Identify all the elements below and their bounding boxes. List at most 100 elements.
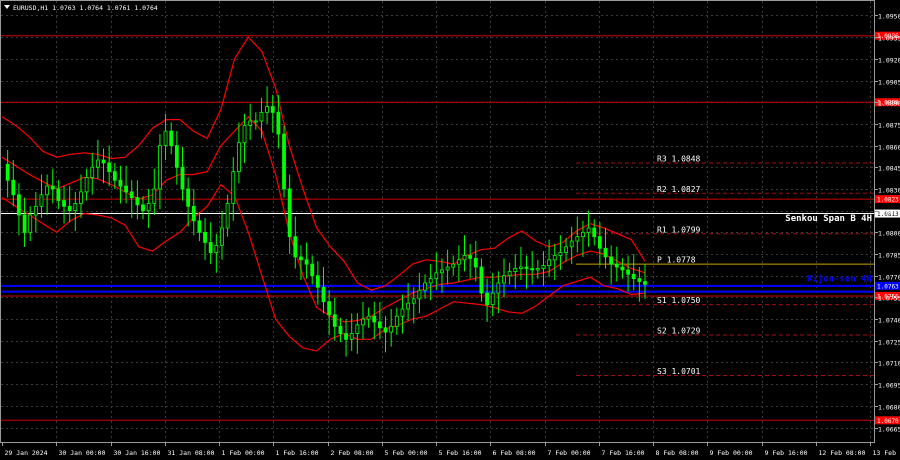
candle-body (17, 194, 21, 216)
price-tick-label: 1.0845 (878, 165, 900, 173)
candle-body (603, 247, 608, 258)
candle-body (327, 301, 332, 316)
candle-body (456, 259, 461, 265)
candle-body (62, 200, 66, 207)
symbol-line: EURUSD,H1 1.0763 1.0764 1.0761 1.0764 (13, 4, 158, 12)
pivot-label: R2 1.0827 (657, 185, 701, 194)
candle-body (146, 203, 151, 212)
price-tick-label: 1.0755 (878, 295, 900, 303)
candle-body (355, 324, 360, 334)
candle-body (236, 142, 241, 173)
candle-body (547, 259, 552, 267)
candle-body (90, 166, 95, 178)
time-tick-label: 30 Jan 00:00 (59, 449, 106, 457)
candle-body (496, 282, 501, 294)
candle-body (592, 227, 597, 238)
candle-body (552, 255, 557, 261)
candle-body (349, 333, 354, 340)
candle-body (519, 266, 523, 269)
price-chart[interactable]: 1.09361.08881.08231.08131.07631.07561.06… (0, 0, 900, 460)
candle-body (378, 321, 382, 329)
price-tick-label: 1.0665 (878, 426, 900, 434)
candle-body (118, 179, 123, 187)
level-price-label: 1.0823 (877, 197, 899, 204)
price-tick-label: 1.0875 (878, 122, 900, 130)
candle-body (101, 159, 106, 164)
candle-body (33, 205, 38, 216)
candle-body (107, 162, 112, 173)
candle-body (513, 268, 518, 272)
time-tick-label: 8 Feb 08:00 (656, 449, 699, 457)
candle-body (84, 176, 89, 193)
candle-body (411, 298, 416, 304)
time-tick-label: 6 Feb 08:00 (493, 449, 536, 457)
price-tick-label: 1.0935 (878, 35, 900, 43)
candle-body (299, 256, 303, 261)
price-tick-label: 1.0920 (878, 57, 900, 65)
candle-body (180, 166, 185, 190)
candle-body (112, 171, 117, 181)
time-tick-label: 1 Feb 00:00 (222, 449, 265, 457)
symbol-header: EURUSD,H1 1.0763 1.0764 1.0761 1.0764 (4, 4, 158, 12)
candle-body (287, 188, 292, 238)
candle-body (197, 220, 202, 233)
time-tick-label: 13 Feb 00:00 (873, 449, 900, 457)
candle-body (242, 124, 247, 144)
candle-body (394, 315, 399, 327)
price-tick-label: 1.0815 (878, 209, 900, 217)
candle-body (276, 111, 281, 135)
candle-body (152, 188, 157, 204)
candle-body (225, 203, 230, 229)
time-tick-label: 31 Jan 08:00 (168, 449, 215, 457)
candle-body (535, 268, 540, 271)
candle-body (643, 281, 647, 285)
candle-body (50, 185, 55, 190)
candle-body (293, 236, 298, 258)
candle-body (315, 275, 320, 288)
time-tick-label: 30 Jan 16:00 (114, 449, 161, 457)
candle-body (507, 270, 512, 277)
candle-body (626, 269, 630, 275)
candle-body (502, 275, 506, 284)
candle-body (434, 272, 439, 280)
candle-body (321, 286, 326, 303)
pivot-label: R3 1.0848 (657, 154, 701, 163)
candle-body (569, 240, 574, 248)
level-price-label: 1.0763 (877, 283, 899, 290)
candle-body (490, 292, 495, 306)
time-tick-label: 12 Feb 08:00 (819, 449, 866, 457)
price-tick-label: 1.0890 (878, 100, 900, 108)
pivot-label: S2 1.0729 (657, 327, 701, 336)
candle-body (558, 252, 563, 256)
pivot-label: P 1.0778 (657, 256, 696, 265)
candle-body (129, 191, 134, 199)
candle-body (95, 159, 100, 168)
candle-body (259, 111, 264, 122)
time-tick-label: 1 Feb 16:00 (276, 449, 319, 457)
candle-body (332, 314, 337, 327)
candle-body (191, 205, 196, 222)
candle-body (609, 256, 614, 265)
candle-body (186, 188, 191, 207)
candle-body (372, 315, 377, 323)
candle-body (5, 163, 10, 181)
candle-body (203, 231, 207, 243)
candle-body (581, 231, 585, 238)
time-tick-label: 7 Feb 00:00 (548, 449, 591, 457)
candle-body (214, 244, 219, 253)
candle-body (174, 145, 179, 168)
candle-body (541, 265, 546, 269)
candle-body (400, 308, 405, 317)
indicator-annotation: Kijun-sen 4H (807, 274, 872, 285)
time-tick-label: 9 Feb 16:00 (765, 449, 808, 457)
candle-body (124, 185, 128, 193)
candle-body (361, 318, 365, 326)
candle-body (22, 214, 27, 233)
candle-body (631, 273, 636, 280)
candle-body (479, 266, 484, 294)
candle-body (253, 120, 258, 123)
price-tick-label: 1.0740 (878, 317, 900, 325)
candle-body (163, 130, 168, 146)
price-tick-label: 1.0680 (878, 404, 900, 412)
candle-body (79, 191, 83, 204)
